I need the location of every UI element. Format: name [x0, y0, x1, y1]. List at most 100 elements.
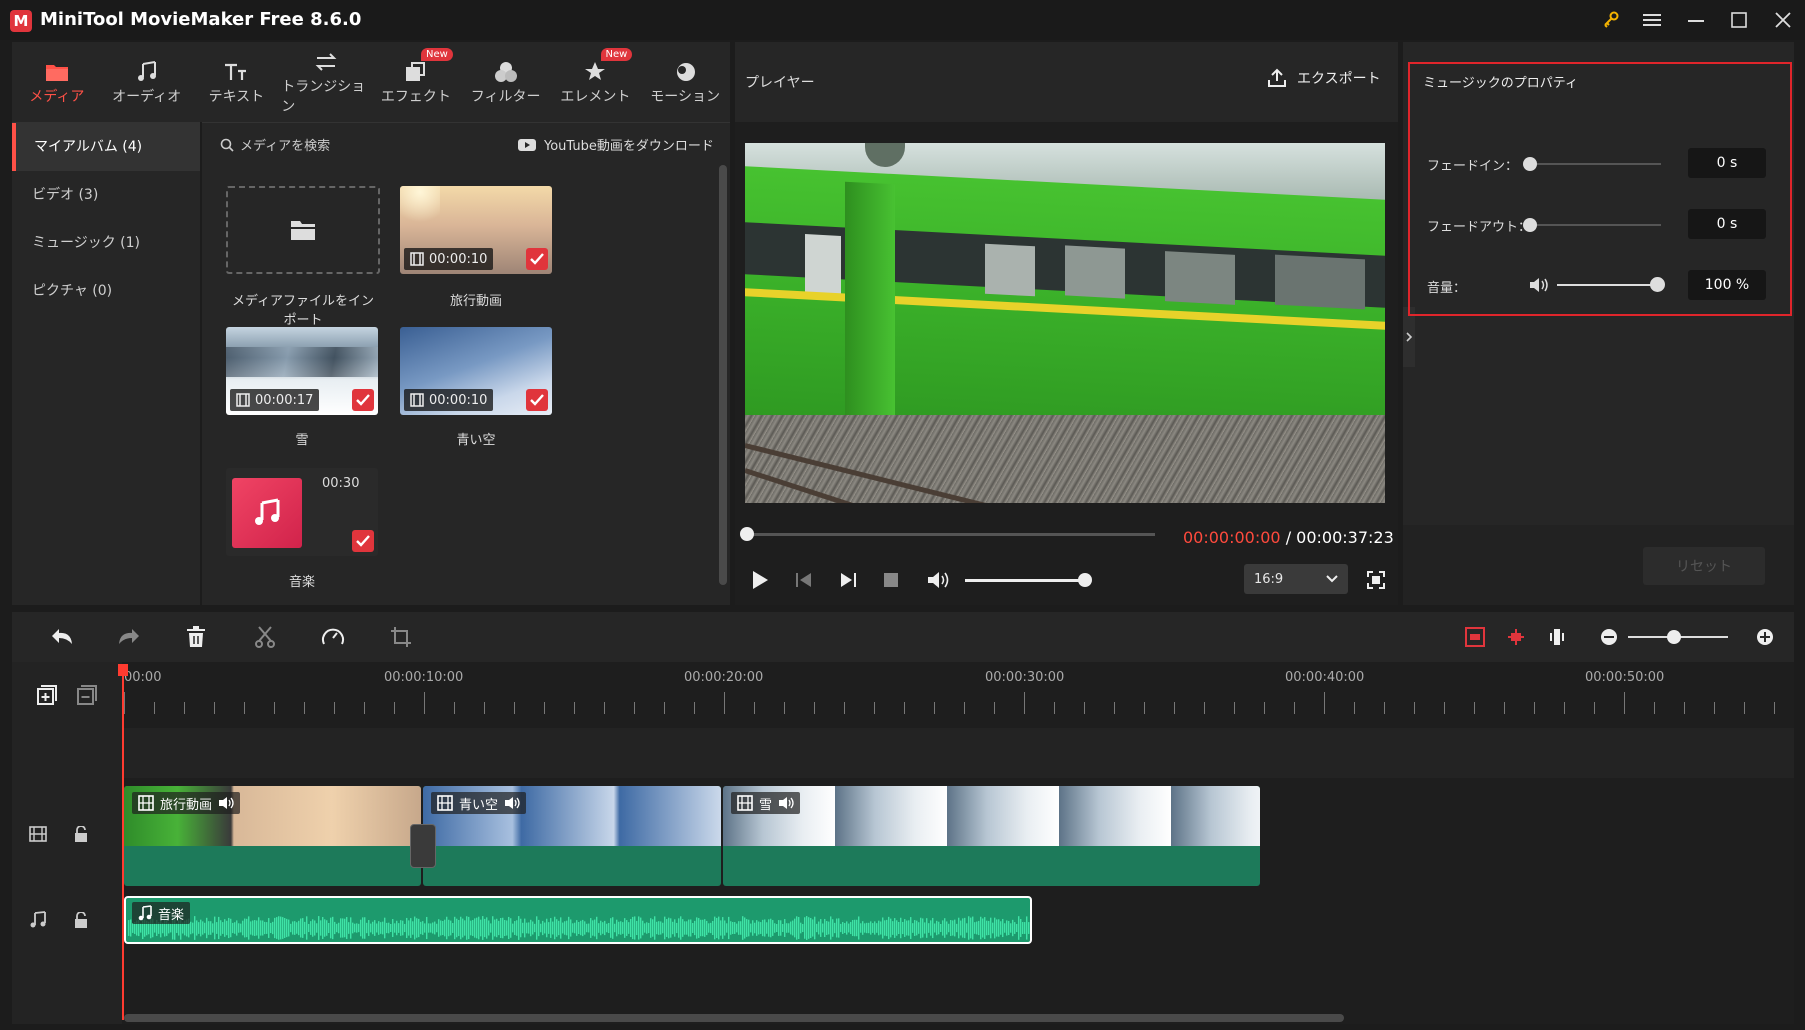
waveform-bar: [394, 923, 396, 933]
lock-icon[interactable]: [74, 826, 88, 842]
media-search[interactable]: メディアを検索: [220, 135, 330, 154]
prev-frame-icon[interactable]: [795, 572, 813, 588]
zoom-out-icon[interactable]: [1600, 628, 1618, 646]
volume-handle[interactable]: [1078, 573, 1092, 587]
transition-marker[interactable]: [410, 824, 436, 868]
waveform-bar: [588, 923, 590, 933]
waveform-bar: [456, 918, 458, 938]
waveform-bar: [386, 922, 388, 934]
waveform-bar: [818, 921, 820, 935]
key-icon[interactable]: [1596, 6, 1626, 34]
seek-bar[interactable]: [747, 533, 1155, 536]
waveform-bar: [336, 923, 338, 933]
redo-icon[interactable]: [117, 627, 141, 647]
seek-handle[interactable]: [740, 527, 754, 541]
waveform-bar: [318, 916, 320, 940]
fullscreen-icon[interactable]: [1367, 571, 1385, 589]
export-button[interactable]: エクスポート: [1267, 68, 1381, 88]
media-scrollbar[interactable]: [719, 165, 727, 585]
import-media-button[interactable]: [226, 186, 380, 274]
timeline-ruler[interactable]: [124, 662, 1794, 718]
waveform-bar: [972, 916, 974, 940]
waveform-bar: [300, 918, 302, 938]
snap-icon[interactable]: [1506, 627, 1526, 647]
waveform-bar: [522, 922, 524, 934]
ruler-label: 00:00:40:00: [1285, 670, 1365, 685]
timeline-scrollbar[interactable]: [124, 1014, 1344, 1022]
waveform-bar: [506, 920, 508, 936]
waveform-bar: [444, 919, 446, 937]
waveform-bar: [552, 921, 554, 935]
media-thumb-travel[interactable]: 00:00:10: [400, 186, 552, 274]
tab-element[interactable]: New エレメント: [551, 42, 641, 122]
collapse-panel-handle[interactable]: [1403, 307, 1415, 367]
waveform-bar: [238, 923, 240, 933]
add-track-icon[interactable]: [37, 685, 57, 705]
minimize-icon[interactable]: [1681, 6, 1711, 34]
media-thumb-music[interactable]: 00:30: [226, 468, 378, 556]
tab-audio[interactable]: オーディオ: [102, 42, 192, 122]
maximize-icon[interactable]: [1724, 6, 1754, 34]
tab-motion[interactable]: モーション: [640, 42, 730, 122]
app-logo: M: [10, 10, 32, 32]
media-thumb-blue-sky[interactable]: 00:00:10: [400, 327, 552, 415]
waveform-bar: [966, 923, 968, 933]
waveform-bar: [422, 921, 424, 935]
waveform-bar: [358, 923, 360, 933]
video-clip-travel[interactable]: 旅行動画: [124, 786, 421, 886]
waveform-bar: [402, 920, 404, 936]
waveform-bar: [1022, 922, 1024, 934]
remove-track-icon[interactable]: [77, 685, 97, 705]
tab-effect[interactable]: New エフェクト: [371, 42, 461, 122]
split-icon[interactable]: [255, 626, 275, 648]
playhead-handle[interactable]: [118, 664, 128, 676]
volume-icon[interactable]: [927, 571, 949, 589]
close-icon[interactable]: [1768, 6, 1798, 34]
menu-icon[interactable]: [1637, 6, 1667, 34]
stop-icon[interactable]: [884, 573, 898, 587]
youtube-download-button[interactable]: YouTube動画をダウンロード: [518, 135, 714, 154]
volume-slider[interactable]: [965, 579, 1085, 582]
aspect-ratio-select[interactable]: 16:9: [1244, 564, 1348, 594]
tab-filter[interactable]: フィルター: [461, 42, 551, 122]
fit-timeline-icon[interactable]: [1465, 627, 1485, 647]
tab-transition[interactable]: トランジション: [281, 42, 371, 122]
waveform-bar: [140, 923, 142, 933]
sidebar-item-my-album[interactable]: マイアルバム (4): [12, 123, 200, 171]
delete-icon[interactable]: [186, 626, 206, 648]
waveform-bar: [888, 916, 890, 940]
reset-button[interactable]: リセット: [1643, 547, 1765, 585]
tab-text[interactable]: テキスト: [192, 42, 282, 122]
waveform-bar: [352, 922, 354, 934]
sidebar-item-picture[interactable]: ピクチャ (0): [12, 267, 200, 315]
next-frame-icon[interactable]: [839, 572, 857, 588]
search-input[interactable]: メディアを検索: [240, 135, 330, 154]
waveform-bar: [794, 918, 796, 938]
audio-waveform-icon[interactable]: [1548, 627, 1566, 647]
track-headers: [12, 662, 122, 1024]
motion-icon: [673, 58, 697, 86]
tab-media[interactable]: メディア: [12, 42, 102, 122]
sidebar-item-video[interactable]: ビデオ (3): [12, 171, 200, 219]
crop-icon[interactable]: [390, 626, 412, 648]
speed-icon[interactable]: [321, 626, 345, 648]
video-clip-blue-sky[interactable]: 青い空: [423, 786, 721, 886]
audio-clip-music[interactable]: 音楽: [124, 896, 1032, 944]
waveform-bar: [788, 923, 790, 933]
lock-icon[interactable]: [74, 912, 88, 928]
video-clip-snow[interactable]: 雪: [723, 786, 1260, 886]
waveform-bar: [368, 920, 370, 936]
waveform-bar: [590, 918, 592, 938]
waveform-bar: [662, 922, 664, 934]
sidebar-item-music[interactable]: ミュージック (1): [12, 219, 200, 267]
undo-icon[interactable]: [50, 627, 74, 647]
video-preview[interactable]: [745, 143, 1385, 503]
waveform-bar: [366, 922, 368, 934]
zoom-handle[interactable]: [1667, 630, 1681, 644]
playhead[interactable]: [122, 664, 124, 1020]
media-thumb-snow[interactable]: 00:00:17: [226, 327, 378, 415]
waveform-bar: [302, 918, 304, 938]
waveform-bar: [680, 916, 682, 940]
zoom-in-icon[interactable]: [1756, 628, 1774, 646]
play-icon[interactable]: [751, 570, 769, 590]
